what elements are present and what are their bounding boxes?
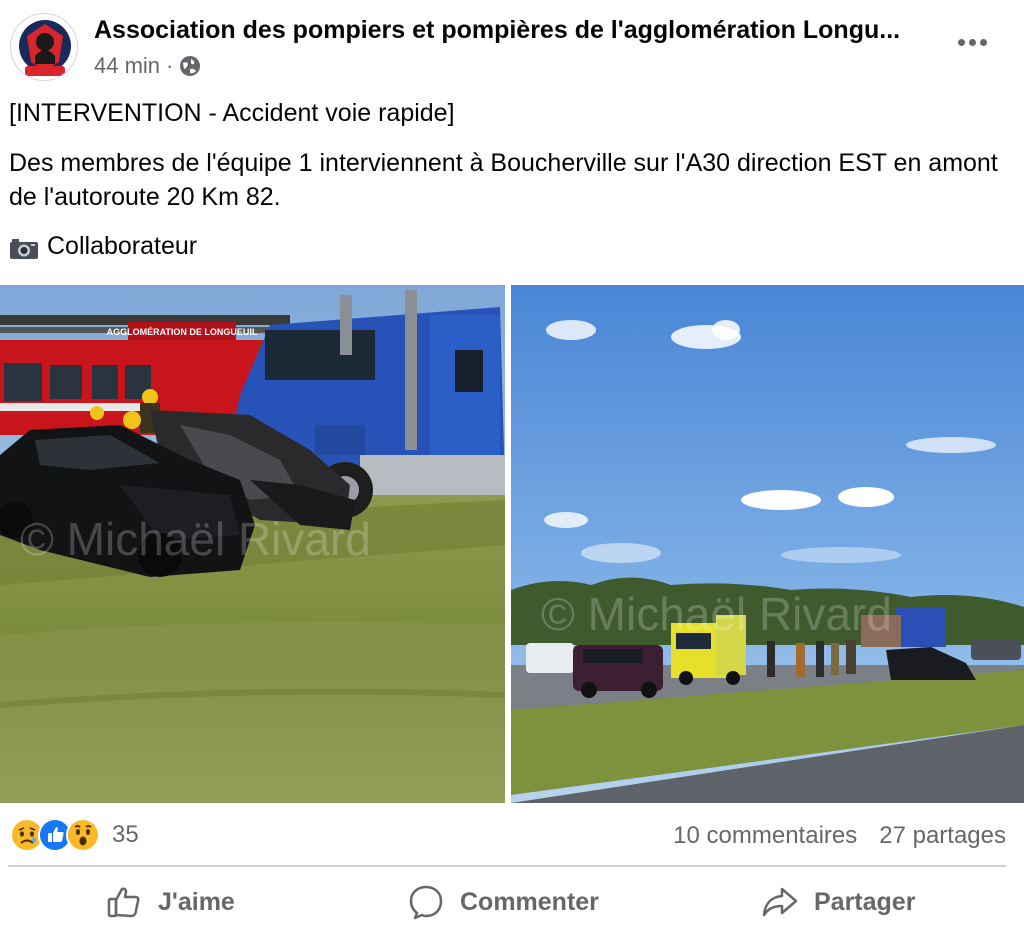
truck-sign-text: AGGLOMÉRATION DE LONGUEUIL xyxy=(107,327,258,337)
post-meta: 44 min · xyxy=(94,52,201,80)
dot-icon xyxy=(979,38,987,46)
comment-bubble-icon xyxy=(409,885,443,920)
post-title-line: [INTERVENTION - Accident voie rapide] xyxy=(9,99,455,127)
meta-separator: · xyxy=(166,53,174,78)
post-header: Association des pompiers et pompières de… xyxy=(0,0,1024,90)
share-button[interactable]: Partager xyxy=(762,880,915,924)
photo-watermark: © Michaël Rivard xyxy=(20,513,371,565)
divider xyxy=(8,865,1006,867)
dot-icon xyxy=(968,38,976,46)
page-avatar[interactable] xyxy=(10,13,78,81)
page-name-link[interactable]: Association des pompiers et pompières de… xyxy=(94,14,944,46)
camera-icon xyxy=(9,235,39,259)
dot-icon xyxy=(957,38,965,46)
action-bar: J'aime Commenter Partager xyxy=(0,870,1024,931)
shares-count-link[interactable]: 27 partages xyxy=(879,822,1006,850)
comment-button[interactable]: Commenter xyxy=(408,880,599,924)
comments-count-link[interactable]: 10 commentaires xyxy=(673,822,857,850)
photo-crash-closeup[interactable]: AGGLOMÉRATION DE LONGUEUIL © Michaël Riv… xyxy=(0,285,505,803)
comment-label: Commenter xyxy=(460,887,599,916)
like-label: J'aime xyxy=(158,887,235,916)
reactions-summary[interactable]: 35 xyxy=(10,818,139,852)
share-label: Partager xyxy=(814,887,916,916)
thumbs-up-icon xyxy=(107,887,140,918)
post-credit-line: Collaborateur xyxy=(9,229,197,263)
share-arrow-icon xyxy=(762,887,798,917)
more-options-button[interactable] xyxy=(952,26,992,58)
post-stats: 35 10 commentaires 27 partages xyxy=(0,810,1024,862)
globe-icon[interactable] xyxy=(179,55,201,77)
reaction-count: 35 xyxy=(112,821,139,848)
credit-text: Collaborateur xyxy=(47,232,198,260)
post-body-line: Des membres de l'équipe 1 interviennent … xyxy=(9,149,998,211)
photo-watermark: © Michaël Rivard xyxy=(541,588,892,640)
photo-grid: AGGLOMÉRATION DE LONGUEUIL © Michaël Riv… xyxy=(0,285,1024,803)
photo-wide-scene[interactable]: © Michaël Rivard xyxy=(511,285,1024,803)
wow-icon xyxy=(66,818,100,852)
like-button[interactable]: J'aime xyxy=(106,880,235,924)
stats-right: 10 commentaires 27 partages xyxy=(673,822,1006,850)
post-time[interactable]: 44 min xyxy=(94,53,160,79)
